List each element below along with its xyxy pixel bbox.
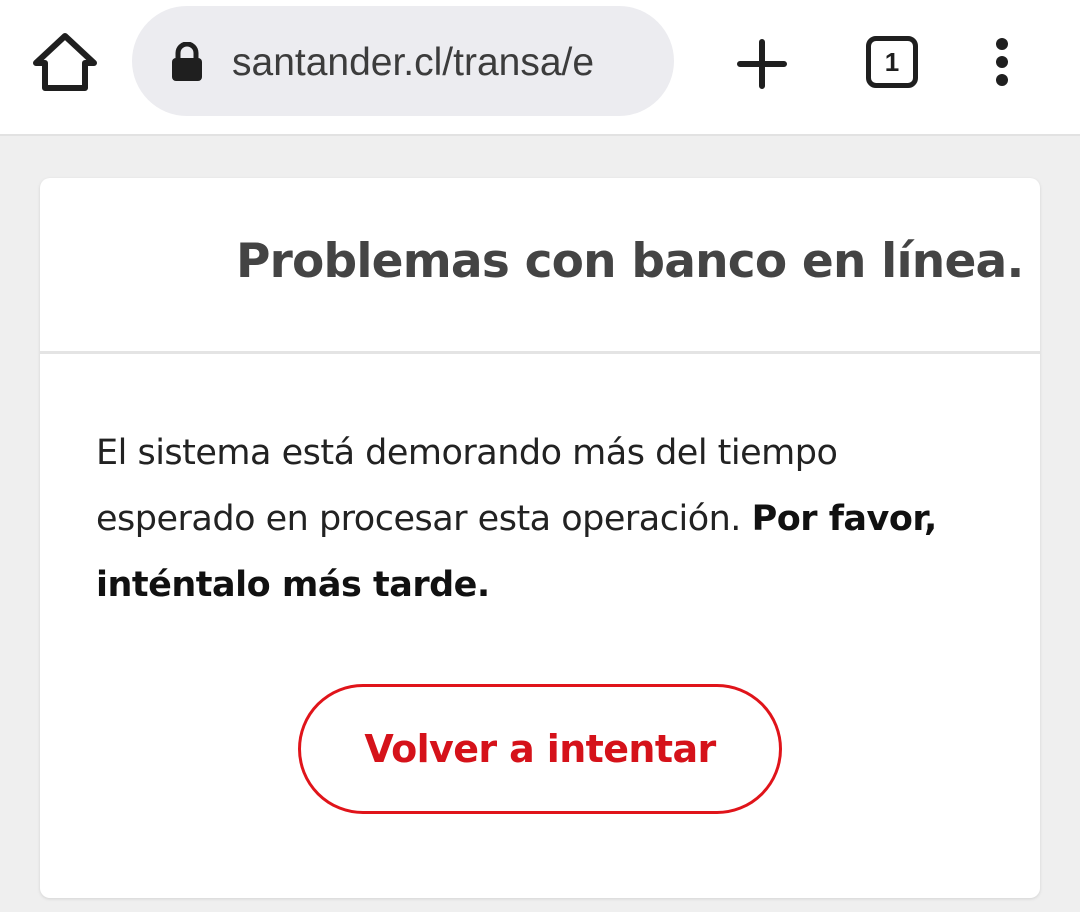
home-icon[interactable] <box>30 30 100 94</box>
plus-icon[interactable] <box>732 34 792 94</box>
lock-icon <box>170 41 204 82</box>
more-vert-icon[interactable] <box>982 36 1022 88</box>
url-text[interactable]: santander.cl/transa/e <box>232 36 662 90</box>
tab-switcher-button[interactable]: 1 <box>866 36 918 88</box>
browser-toolbar: santander.cl/transa/e 1 <box>0 0 1080 136</box>
error-message-text: El sistema está demorando más del tiempo… <box>96 433 838 539</box>
error-card: Problemas con banco en línea. El sistema… <box>40 178 1040 898</box>
address-bar[interactable]: santander.cl/transa/e <box>132 6 674 116</box>
retry-button[interactable]: Volver a intentar <box>298 684 782 814</box>
error-message: El sistema está demorando más del tiempo… <box>96 420 996 618</box>
page-title: Problemas con banco en línea. <box>236 234 1024 289</box>
card-header: Problemas con banco en línea. <box>40 178 1040 354</box>
